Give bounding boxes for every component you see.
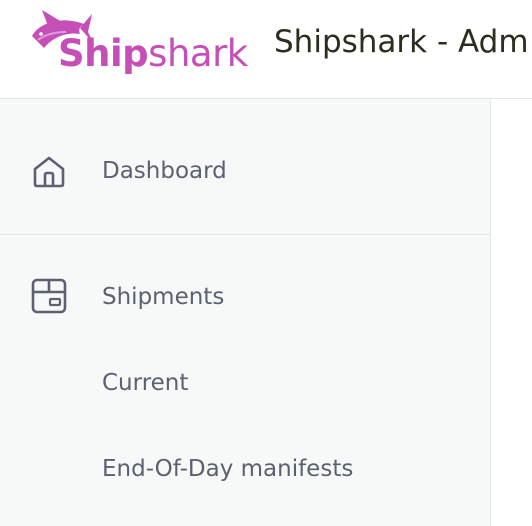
- sidebar-item-label: End-Of-Day manifests: [102, 456, 354, 482]
- app-header: Shipshark Shipshark - Adm: [0, 0, 532, 99]
- sidebar-item-label: Shipments: [102, 284, 225, 310]
- logo-text-ship: Ship: [58, 32, 149, 75]
- sidebar-item-end-of-day-manifests[interactable]: End-Of-Day manifests: [0, 439, 490, 499]
- main-content: [491, 99, 532, 526]
- home-icon: [33, 156, 65, 188]
- sidebar-item-dashboard[interactable]: Dashboard: [0, 141, 490, 201]
- package-icon: [31, 278, 67, 314]
- app-title: Shipshark - Adm: [274, 24, 529, 60]
- nav-group-dashboard: Dashboard: [0, 99, 490, 235]
- nav-group-shipments: Shipments Current End-Of-Day manifests: [0, 235, 490, 526]
- sidebar-nav: Dashboard Shipments Current End-Of-Day m…: [0, 99, 491, 526]
- logo-text-shark: shark: [148, 32, 248, 75]
- sidebar-item-label: Dashboard: [102, 158, 227, 184]
- sidebar-item-label: Current: [102, 370, 189, 396]
- sidebar-item-current[interactable]: Current: [0, 353, 490, 413]
- logo-wordmark: Shipshark: [58, 34, 248, 74]
- shipshark-logo[interactable]: Shipshark: [28, 6, 256, 86]
- sidebar-item-shipments[interactable]: Shipments: [0, 267, 490, 327]
